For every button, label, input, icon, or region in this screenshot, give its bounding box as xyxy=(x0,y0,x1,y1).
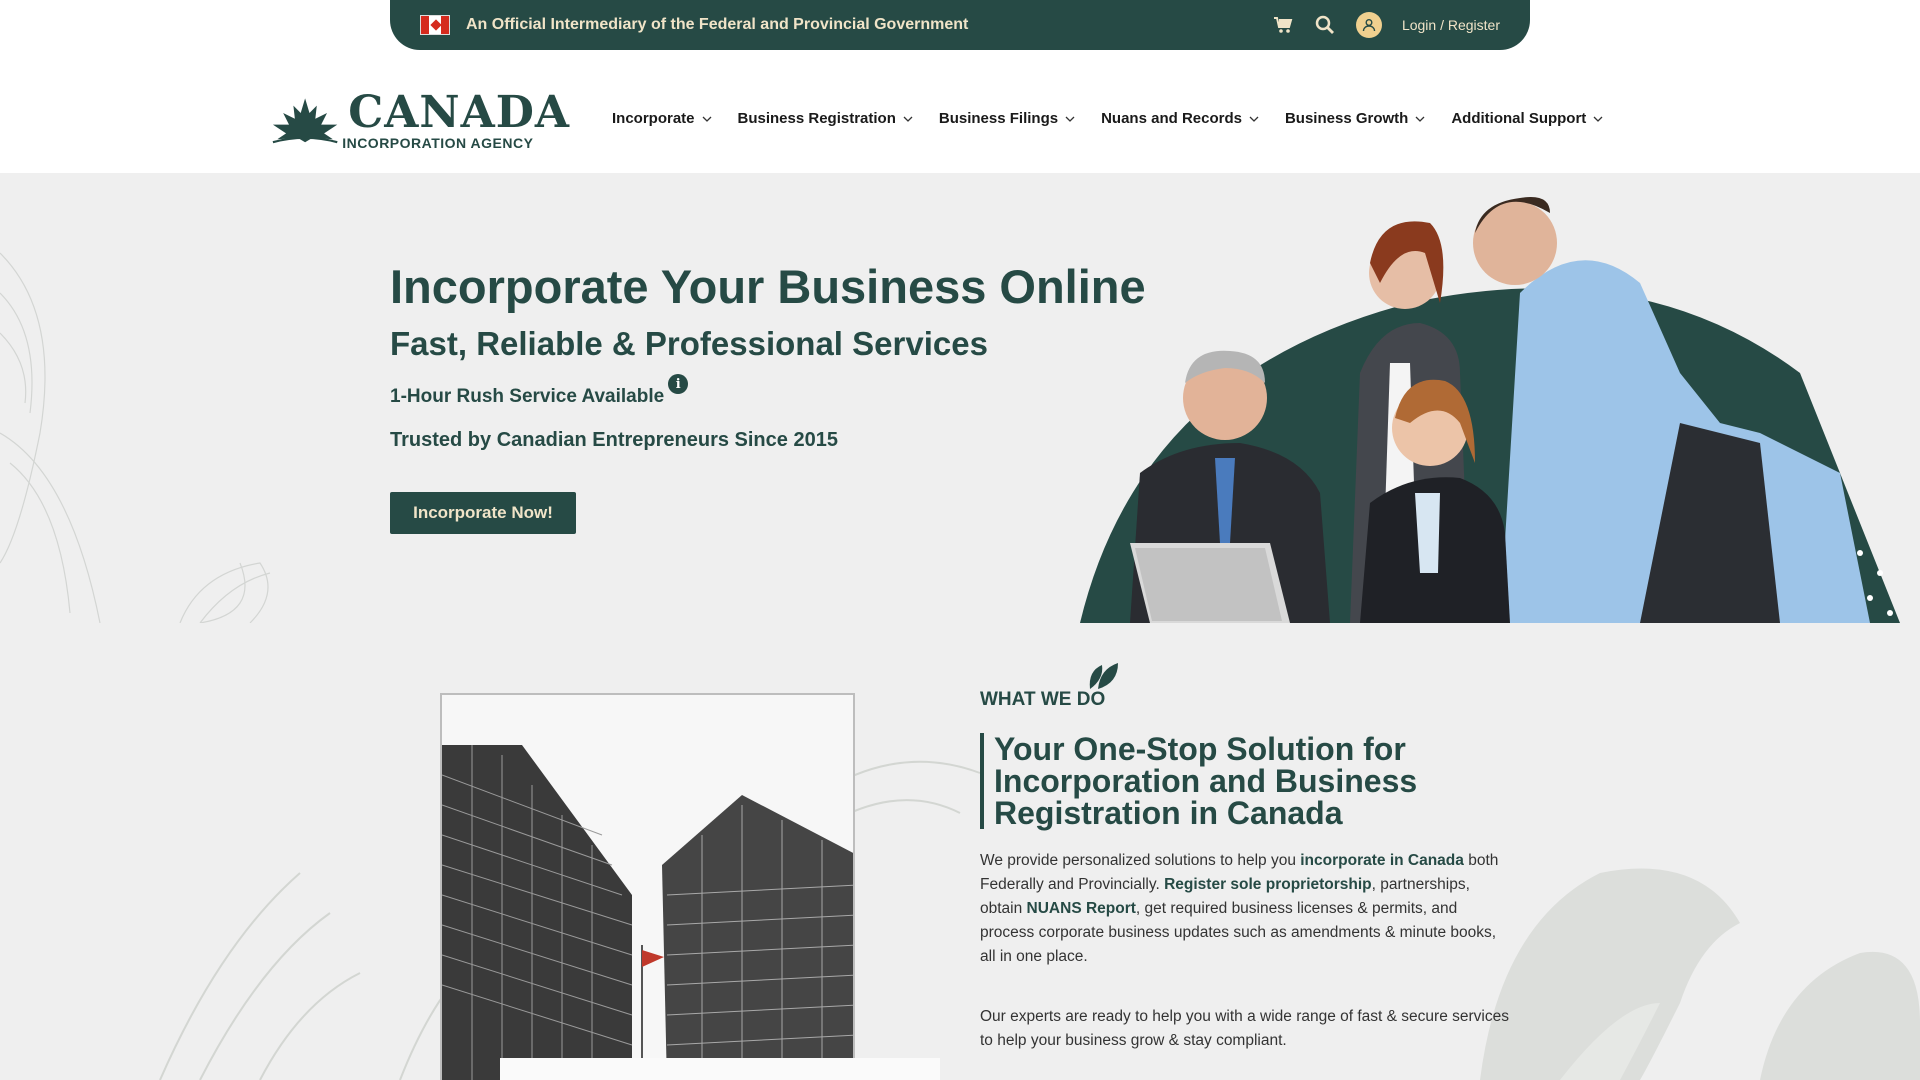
hero-section: Incorporate Your Business Online Fast, R… xyxy=(0,173,1920,623)
top-bar: An Official Intermediary of the Federal … xyxy=(390,0,1530,50)
official-intermediary-text: An Official Intermediary of the Federal … xyxy=(466,16,969,33)
nav-business-filings[interactable]: Business Filings xyxy=(939,110,1076,127)
maple-leaf-logo-icon xyxy=(272,98,338,144)
hero-team-image xyxy=(1080,197,1900,623)
experts-paragraph: Our experts are ready to help you with a… xyxy=(980,1008,1509,1049)
decorative-leaves-left xyxy=(0,252,271,623)
heading-line: Your One-Stop Solution for xyxy=(994,731,1406,767)
heading-line: Registration in Canada xyxy=(994,795,1343,831)
main-nav: Incorporate Business Registration Busine… xyxy=(612,110,1629,127)
site-logo[interactable]: CANADA INCORPORATION AGENCY xyxy=(270,86,570,156)
chevron-down-icon xyxy=(1593,116,1603,122)
nav-label: Incorporate xyxy=(612,110,695,127)
what-we-do-eyebrow: WHAT WE DO xyxy=(980,689,1106,710)
rush-service: 1-Hour Rush Service Available i xyxy=(390,374,689,408)
nav-business-growth[interactable]: Business Growth xyxy=(1285,110,1426,127)
site-header: CANADA INCORPORATION AGENCY Incorporate … xyxy=(0,50,1920,173)
nav-label: Additional Support xyxy=(1451,110,1587,127)
heading-line: Incorporation and Business xyxy=(994,763,1418,799)
nav-label: Business Growth xyxy=(1284,110,1409,127)
nuans-report-text: NUANS Report xyxy=(1026,900,1136,917)
hero-title: Incorporate Your Business Online xyxy=(390,260,1146,313)
info-icon[interactable]: i xyxy=(668,374,689,394)
hero-subtitle: Fast, Reliable & Professional Services xyxy=(390,325,988,362)
text-segment: We provide personalized solutions to hel… xyxy=(980,852,1301,869)
decorative-leaves-background xyxy=(159,760,1920,1080)
services-paragraph: We provide personalized solutions to hel… xyxy=(980,849,1510,969)
chevron-down-icon xyxy=(1249,116,1259,122)
rush-service-text: 1-Hour Rush Service Available xyxy=(390,386,665,407)
nav-business-registration[interactable]: Business Registration xyxy=(738,110,914,127)
search-icon[interactable] xyxy=(1314,14,1336,36)
top-bar-actions: Login / Register xyxy=(1272,12,1500,38)
login-register-link[interactable]: Login / Register xyxy=(1402,17,1500,33)
logo-title: CANADA xyxy=(348,87,570,138)
office-towers-illustration xyxy=(442,695,853,1080)
incorporate-link-text: incorporate in Canada xyxy=(1300,852,1464,869)
cart-icon[interactable] xyxy=(1272,14,1294,36)
user-icon[interactable] xyxy=(1355,12,1382,38)
sole-proprietorship-text: Register sole proprietorship xyxy=(1164,876,1372,893)
section-heading: Your One-Stop Solution for Incorporation… xyxy=(980,733,1500,829)
building-image xyxy=(440,693,855,1080)
leaf-icon xyxy=(1089,663,1118,689)
nav-label: Business Filings xyxy=(938,110,1059,127)
chevron-down-icon xyxy=(1065,116,1075,122)
nav-incorporate[interactable]: Incorporate xyxy=(612,110,713,127)
image-caption-card xyxy=(500,1058,940,1080)
chevron-down-icon xyxy=(1415,116,1425,122)
incorporate-now-button[interactable]: Incorporate Now! xyxy=(390,492,576,534)
nav-label: Business Registration xyxy=(737,110,896,127)
chevron-down-icon xyxy=(903,116,913,122)
nav-nuans-and-records[interactable]: Nuans and Records xyxy=(1101,110,1260,127)
chevron-down-icon xyxy=(702,116,711,122)
canada-flag-icon xyxy=(420,15,450,35)
what-we-do-section: WHAT WE DO Your One-Stop Solution for In… xyxy=(0,623,1920,1080)
nav-label: Nuans and Records xyxy=(1101,110,1242,127)
trusted-text: Trusted by Canadian Entrepreneurs Since … xyxy=(390,429,838,451)
nav-additional-support[interactable]: Additional Support xyxy=(1451,110,1604,127)
